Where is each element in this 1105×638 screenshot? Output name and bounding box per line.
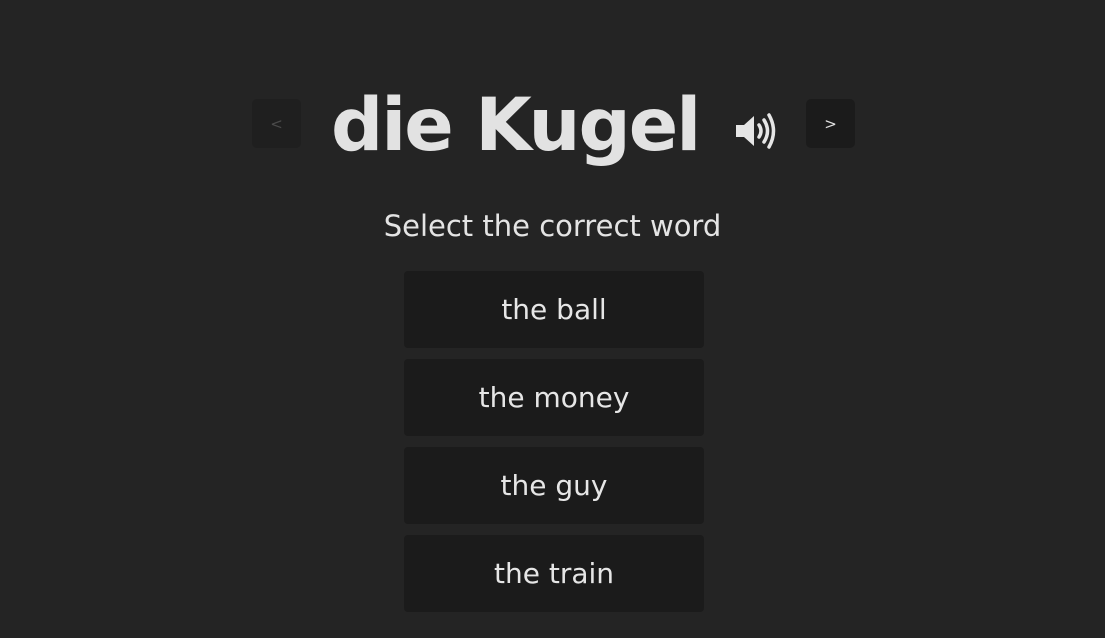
answer-option-ball[interactable]: the ball <box>404 271 704 348</box>
next-label: > <box>824 114 837 133</box>
vocabulary-word: die Kugel <box>331 83 701 168</box>
answer-option-train[interactable]: the train <box>404 535 704 612</box>
answer-option-guy[interactable]: the guy <box>404 447 704 524</box>
instruction-text: Select the correct word <box>383 209 722 243</box>
answer-option-money[interactable]: the money <box>404 359 704 436</box>
previous-label: < <box>270 114 283 133</box>
flashcard-screen: < die Kugel > Select the correct word th… <box>0 0 1105 638</box>
answer-options: the ball the money the guy the train <box>404 271 704 623</box>
previous-button[interactable]: < <box>252 99 301 148</box>
speaker-volume-icon[interactable] <box>734 112 778 150</box>
next-button[interactable]: > <box>806 99 855 148</box>
